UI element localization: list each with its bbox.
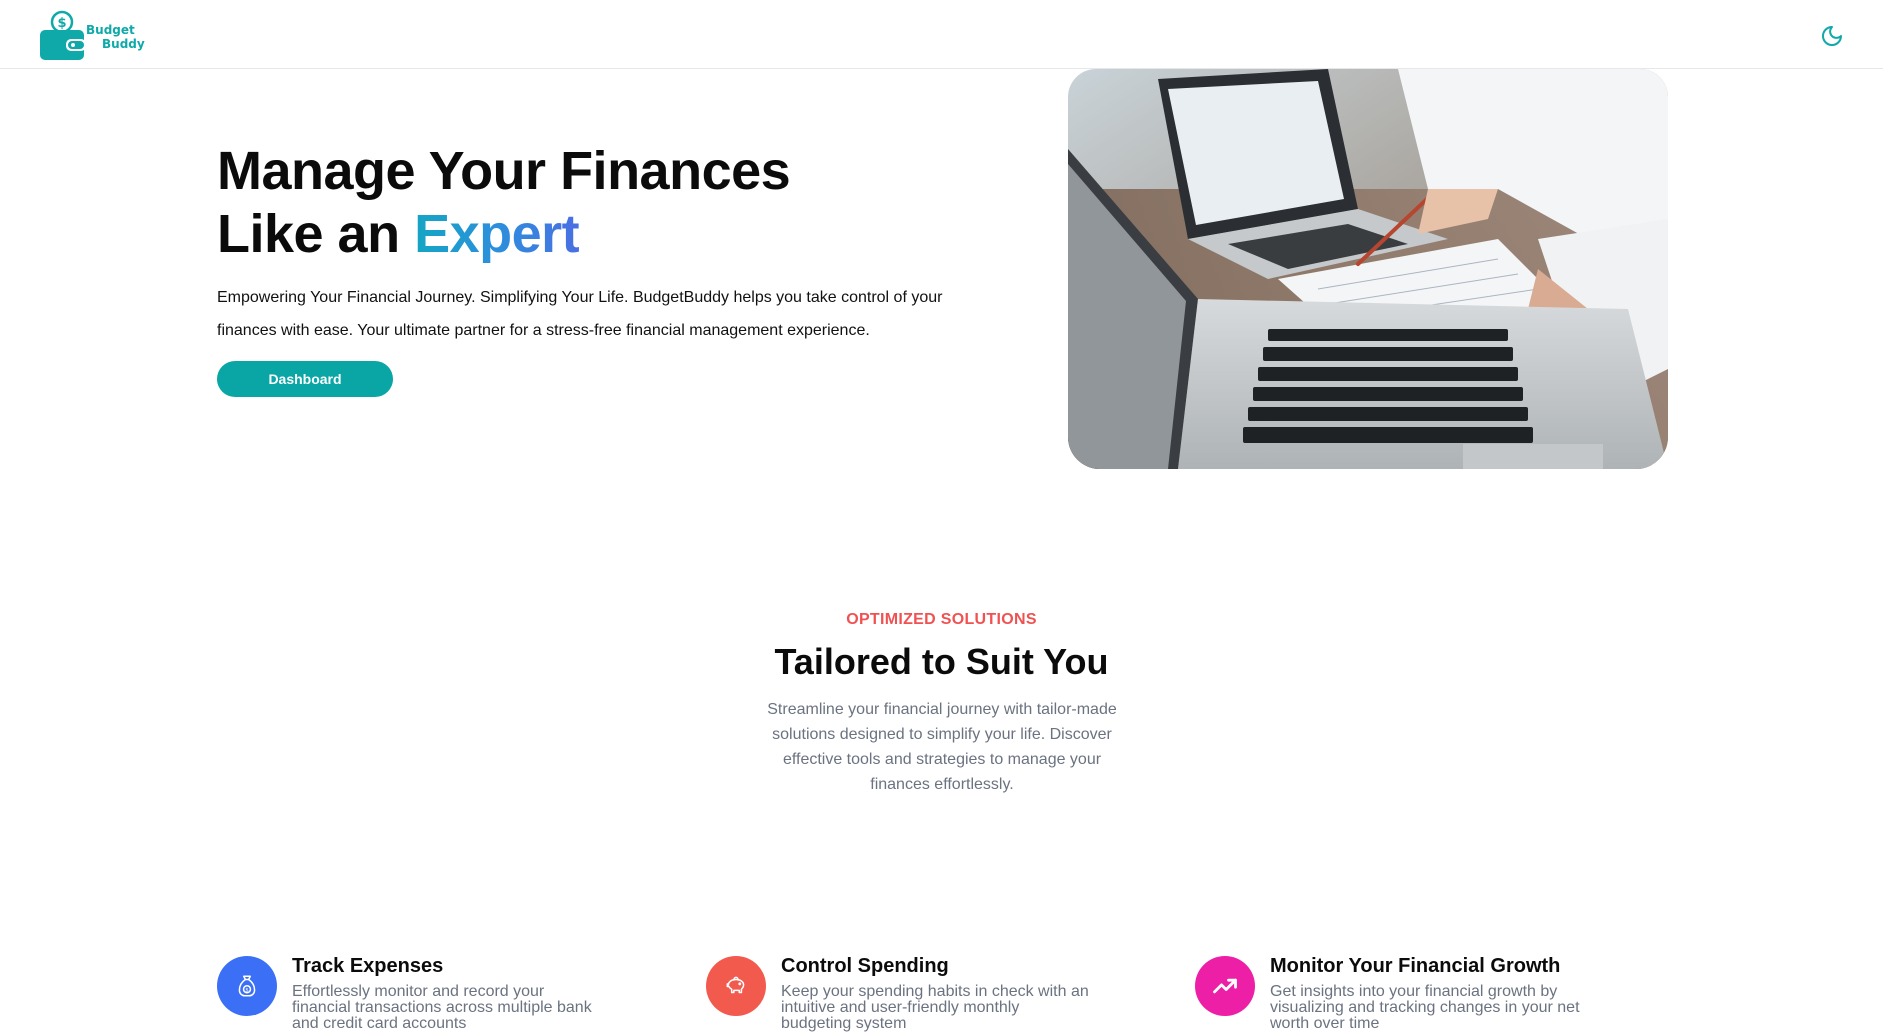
trending-up-icon — [1195, 956, 1255, 1016]
section-eyebrow: OPTIMIZED SOLUTIONS — [846, 611, 1037, 628]
feature-title: Control Spending — [781, 955, 949, 977]
feature-description: Get insights into your financial growth … — [1270, 983, 1580, 1032]
svg-text:$: $ — [245, 987, 248, 993]
piggy-bank-icon — [706, 956, 766, 1016]
logo-wordmark: Budget Buddy — [86, 23, 145, 51]
hero-title-line-2: Like an Expert — [217, 203, 790, 266]
logo-line-2: Buddy — [102, 37, 145, 51]
hero-title-accent: Expert — [414, 204, 580, 264]
feature-title: Monitor Your Financial Growth — [1270, 955, 1561, 977]
feature-description: Keep your spending habits in check with … — [781, 983, 1089, 1032]
feature-track-expenses: $ Track Expenses Effortlessly monitor an… — [217, 956, 602, 1032]
dashboard-button[interactable]: Dashboard — [217, 361, 393, 397]
hero-description: Empowering Your Financial Journey. Simpl… — [217, 289, 943, 339]
section-description: Streamline your financial journey with t… — [767, 701, 1117, 793]
hero-image — [1068, 69, 1668, 469]
section-title: Tailored to Suit You — [774, 641, 1109, 682]
wallet-logo-icon: $ — [40, 10, 86, 60]
hero-title-prefix: Like an — [217, 204, 415, 264]
feature-description: Effortlessly monitor and record your fin… — [292, 983, 592, 1032]
top-navbar: $ Budget Buddy — [0, 0, 1883, 69]
feature-control-spending: Control Spending Keep your spending habi… — [706, 956, 1091, 1032]
logo-line-1: Budget — [86, 23, 135, 37]
budget-buddy-logo[interactable]: $ Budget Buddy — [38, 10, 145, 60]
money-bag-icon: $ — [217, 956, 277, 1016]
hero-title: Manage Your Finances Like an Expert — [217, 140, 791, 266]
feature-title: Track Expenses — [292, 955, 444, 977]
svg-text:$: $ — [57, 16, 66, 31]
moon-icon[interactable] — [1820, 24, 1844, 48]
hero-title-line-1: Manage Your Finances — [217, 141, 791, 201]
feature-monitor-growth: Monitor Your Financial Growth Get insigh… — [1195, 956, 1580, 1032]
